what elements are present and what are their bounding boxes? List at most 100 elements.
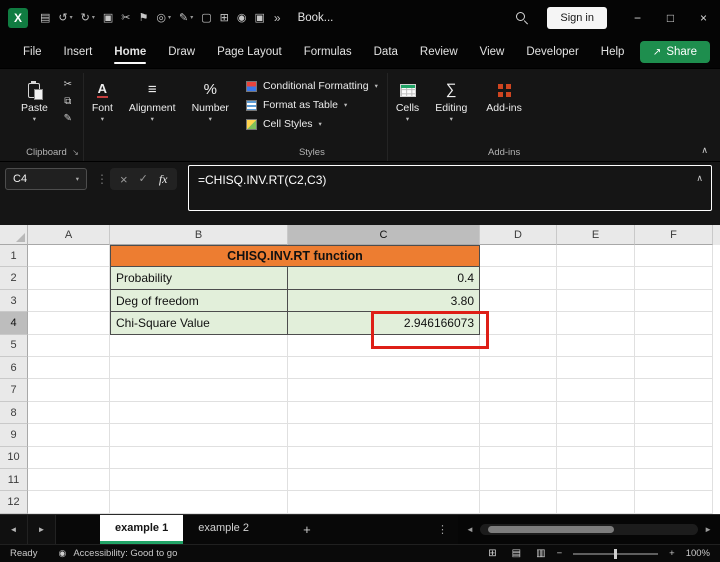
sheet-options-button[interactable]: ⋮ [427,515,458,544]
row-header-7[interactable]: 7 [0,379,28,402]
cut-icon[interactable]: ✂ [117,10,134,27]
toolbar-overflow-button[interactable]: » [269,11,286,25]
row-header-10[interactable]: 10 [0,446,28,470]
zoom-level[interactable]: 100% [686,548,710,559]
name-box-caret-icon[interactable]: ▾ [76,175,79,183]
sheet-nav-right-button[interactable]: ► [28,515,56,544]
page-break-view-button[interactable]: ▥ [532,548,549,559]
cell-F6[interactable] [635,357,713,380]
cell-A4[interactable] [28,312,110,335]
tab-help[interactable]: Help [590,36,636,68]
cell-F8[interactable] [635,401,713,425]
cell-A3[interactable] [28,289,110,313]
editing-group-button[interactable]: ∑ Editing ▾ [427,73,475,124]
cell-D7[interactable] [480,379,557,402]
cell-D2[interactable] [480,267,557,290]
cell-E10[interactable] [557,446,635,470]
cell-F11[interactable] [635,469,713,492]
row-header-2[interactable]: 2 [0,267,28,290]
cell-C6[interactable] [288,357,480,380]
save-icon[interactable]: ▤ [36,10,54,27]
tab-page-layout[interactable]: Page Layout [206,36,293,68]
cell-B11[interactable] [110,469,288,492]
tab-data[interactable]: Data [363,36,409,68]
cell-B8[interactable] [110,401,288,425]
add-sheet-button[interactable]: + [290,515,324,544]
share-button[interactable]: ↗ Share [639,41,710,63]
cell-F12[interactable] [635,491,713,514]
cell-F9[interactable] [635,424,713,447]
redo-icon[interactable]: ↻ ▾ [77,10,99,27]
horizontal-scrollbar[interactable]: ◄ ► [458,515,720,544]
globe-icon[interactable]: ◎ ▾ [152,10,175,27]
cell-F1[interactable] [635,245,713,268]
collapse-ribbon-button[interactable]: ∧ [701,145,708,156]
cut-button[interactable]: ✂ [58,78,78,91]
excel-logo-icon[interactable]: X [8,8,28,28]
zoom-slider[interactable] [573,548,659,559]
cell-D9[interactable] [480,424,557,447]
window-icon[interactable]: ▣ [250,10,268,27]
cell-F10[interactable] [635,446,713,470]
cell-B3[interactable]: Deg of freedom [110,289,288,313]
cell-E12[interactable] [557,491,635,514]
cell-A6[interactable] [28,357,110,380]
column-header-A[interactable]: A [28,225,110,245]
document-icon[interactable]: ▢ [197,10,215,27]
cell-E1[interactable] [557,245,635,268]
minimize-button[interactable]: − [621,0,654,36]
cell-B2[interactable]: Probability [110,267,288,290]
cell-A11[interactable] [28,469,110,492]
cell-D10[interactable] [480,446,557,470]
column-header-C[interactable]: C [288,225,480,245]
tab-view[interactable]: View [469,36,516,68]
cell-A9[interactable] [28,424,110,447]
format-painter-icon[interactable]: ✎ ▾ [175,10,197,27]
table-icon[interactable]: ⊞ [216,10,233,27]
cancel-icon[interactable]: × [120,173,128,186]
cell-D4[interactable] [480,312,557,335]
camera-icon[interactable]: ◉ [233,10,251,27]
cell-A7[interactable] [28,379,110,402]
add-ins-button[interactable]: Add-ins [478,73,530,114]
row-header-4[interactable]: 4 [0,312,28,335]
cell-E7[interactable] [557,379,635,402]
page-layout-view-button[interactable]: ▤ [508,548,525,559]
zoom-in-button[interactable]: + [669,548,675,559]
sign-in-button[interactable]: Sign in [547,7,607,29]
cell-C12[interactable] [288,491,480,514]
flag-icon[interactable]: ⚑ [135,10,153,27]
cell-C10[interactable] [288,446,480,470]
column-header-B[interactable]: B [110,225,288,245]
format-painter-button[interactable]: ✎ [58,112,78,125]
cell-E9[interactable] [557,424,635,447]
row-header-6[interactable]: 6 [0,357,28,380]
cell-E6[interactable] [557,357,635,380]
cell-D11[interactable] [480,469,557,492]
close-button[interactable]: × [687,0,720,36]
normal-view-button[interactable]: ⊞ [484,548,500,559]
cell-D8[interactable] [480,401,557,425]
copy-button[interactable]: ⧉ [58,95,78,108]
sheet-tab-example-2[interactable]: example 2 [183,515,264,544]
cell-styles-button[interactable]: Cell Styles ▾ [240,116,384,132]
row-header-11[interactable]: 11 [0,469,28,492]
formula-input[interactable]: =CHISQ.INV.RT(C2,C3) ∧ [188,165,712,211]
row-header-5[interactable]: 5 [0,334,28,358]
cell-F4[interactable] [635,312,713,335]
accessibility-status[interactable]: Accessibility: Good to go [73,548,177,559]
font-group-button[interactable]: A Font ▾ [84,73,121,124]
cell-E4[interactable] [557,312,635,335]
cell-C9[interactable] [288,424,480,447]
cell-A2[interactable] [28,267,110,290]
cell-F2[interactable] [635,267,713,290]
dialog-launcher-icon[interactable]: ↘ [72,148,79,157]
select-all-button[interactable] [0,225,28,245]
cell-D3[interactable] [480,289,557,313]
cell-A12[interactable] [28,491,110,514]
cell-C3[interactable]: 3.80 [288,289,480,313]
paste-button[interactable]: Paste ▾ [13,73,56,124]
cell-C11[interactable] [288,469,480,492]
tab-file[interactable]: File [12,36,53,68]
cell-D5[interactable] [480,334,557,358]
